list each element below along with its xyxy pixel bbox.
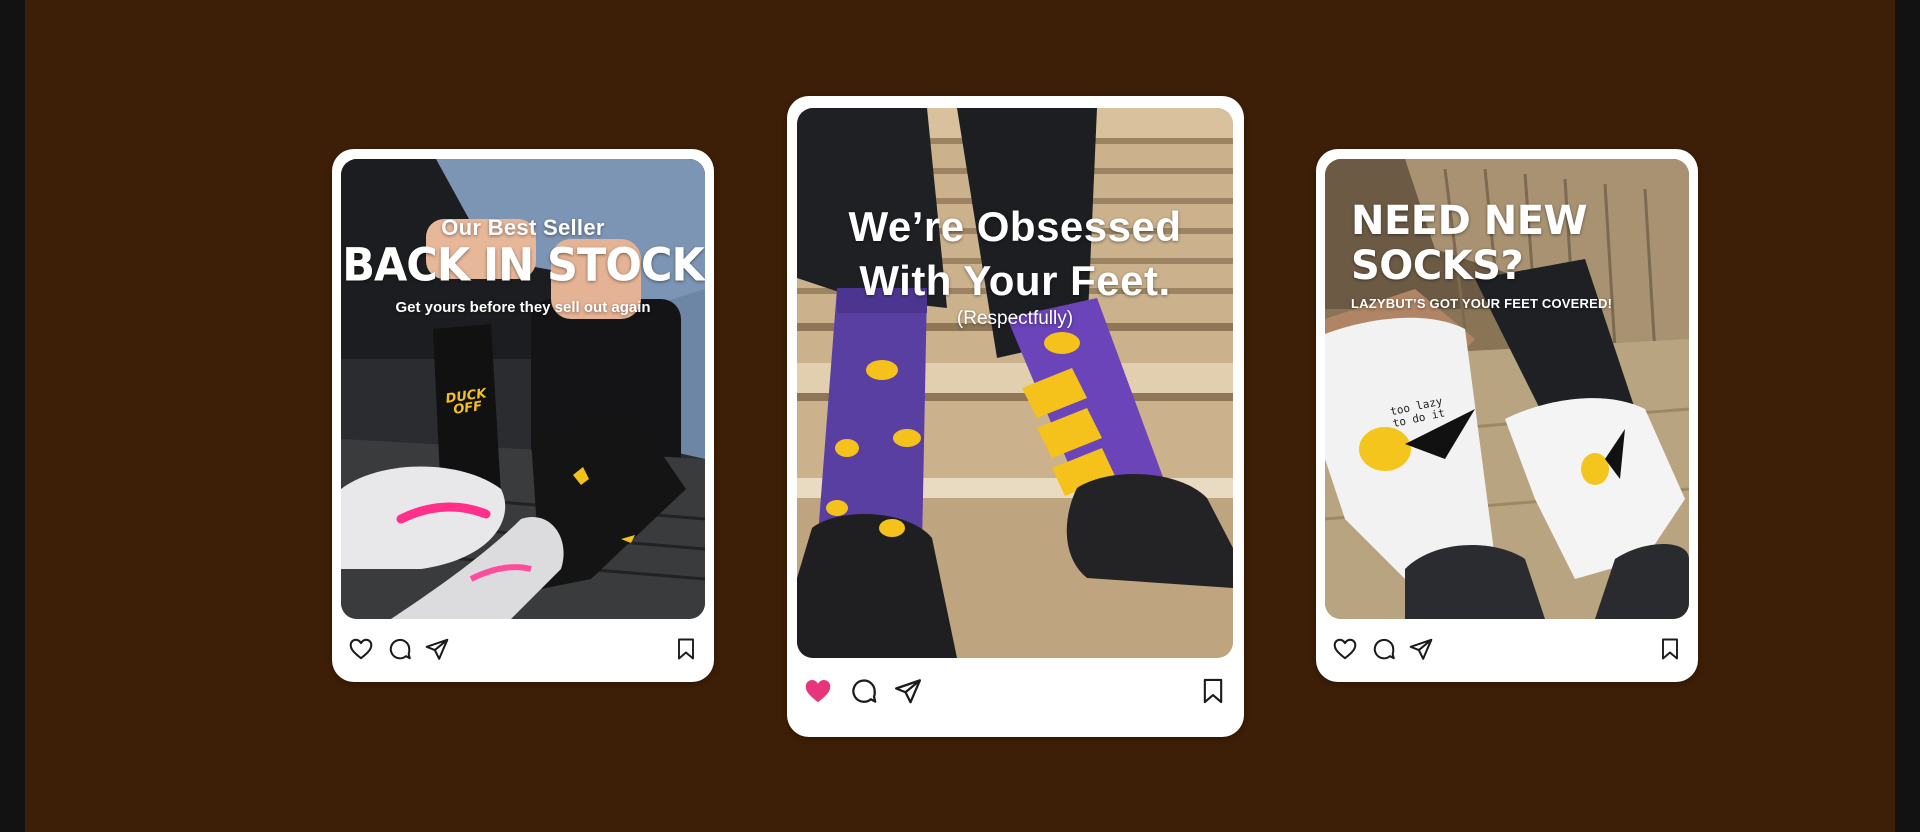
headline-main: NEED NEW SOCKS?	[1351, 199, 1689, 289]
share-icon[interactable]	[424, 636, 450, 662]
bookmark-icon[interactable]	[674, 636, 698, 662]
post-action-bar	[1316, 636, 1698, 676]
post-card-need-new-socks[interactable]: too lazy to do it NEED NEW SOCKS? LAZYBU…	[1316, 149, 1698, 682]
post-image-duck-socks-stairs[interactable]: We’re Obsessed With Your Feet. (Respectf…	[797, 108, 1233, 658]
heart-icon-liked[interactable]	[803, 676, 833, 706]
comment-icon[interactable]	[1371, 636, 1397, 662]
post-image-duck-off-socks[interactable]: DUCK OFF Our Best Seller BACK IN STOCK G…	[341, 159, 705, 619]
headline-line-2: With Your Feet.	[859, 257, 1171, 304]
comment-icon[interactable]	[387, 636, 413, 662]
canvas-background: DUCK OFF Our Best Seller BACK IN STOCK G…	[25, 0, 1895, 832]
share-icon[interactable]	[1408, 636, 1434, 662]
headline-big: BACK IN STOCK	[342, 239, 705, 293]
heart-icon[interactable]	[348, 636, 374, 662]
headline-line-1: We’re Obsessed	[848, 203, 1182, 250]
headline-small: Our Best Seller	[441, 215, 605, 240]
headline-subline: (Respectfully)	[956, 308, 1074, 329]
photo-duck-socks-stairs	[797, 108, 1233, 658]
headline-subline: Get yours before they sell out again	[395, 299, 651, 316]
post-card-obsessed-with-your-feet[interactable]: We’re Obsessed With Your Feet. (Respectf…	[787, 96, 1244, 737]
headline-main: We’re Obsessed With Your Feet.	[797, 200, 1233, 308]
heart-icon[interactable]	[1332, 636, 1358, 662]
share-icon[interactable]	[893, 676, 923, 706]
post-action-bar	[332, 636, 714, 676]
headline-line-2: SOCKS?	[1351, 243, 1524, 289]
post-card-back-in-stock[interactable]: DUCK OFF Our Best Seller BACK IN STOCK G…	[332, 149, 714, 682]
bookmark-icon[interactable]	[1658, 636, 1682, 662]
post-image-white-duck-socks[interactable]: too lazy to do it NEED NEW SOCKS? LAZYBU…	[1325, 159, 1689, 619]
headline-line-1: NEED NEW	[1351, 198, 1588, 244]
comment-icon[interactable]	[849, 676, 879, 706]
headline-subline: LAZYBUT’S GOT YOUR FEET COVERED!	[1351, 296, 1613, 311]
post-action-bar	[787, 676, 1244, 716]
bookmark-icon[interactable]	[1199, 676, 1227, 706]
